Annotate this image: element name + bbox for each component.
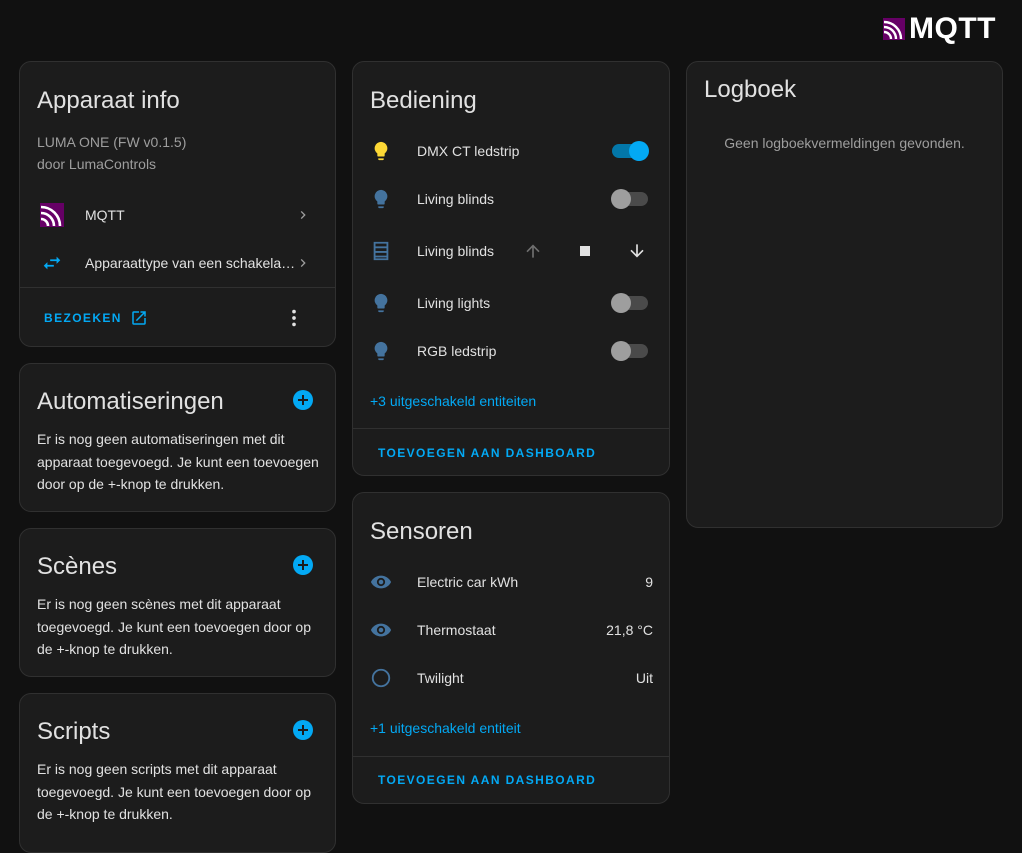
lightbulb-icon (369, 187, 393, 211)
arrow-down-icon[interactable] (627, 241, 647, 261)
sensor-label: Twilight (417, 670, 464, 686)
scenes-title: Scènes (37, 553, 118, 580)
entity-row[interactable]: Living blinds (353, 239, 669, 263)
mqtt-logo-icon (883, 18, 906, 40)
toggle-switch[interactable] (611, 189, 648, 209)
controls-card: Bediening DMX CT ledstrip Living blinds … (352, 61, 670, 476)
visit-button[interactable]: BEZOEKEN (44, 309, 148, 327)
device-info-card: Apparaat info LUMA ONE (FW v0.1.5) door … (19, 61, 336, 347)
logbook-card: Logboek Geen logboekvermeldingen gevonde… (686, 61, 1003, 528)
sensor-value: 21,8 °C (606, 622, 653, 638)
automations-title: Automatiseringen (37, 388, 224, 415)
entity-row[interactable]: Living blinds (353, 187, 669, 211)
logbook-title: Logboek (704, 76, 797, 103)
eye-icon (369, 570, 393, 594)
sensors-card: Sensoren Electric car kWh 9 Thermostaat … (352, 492, 670, 804)
add-script-button[interactable] (293, 720, 313, 740)
toggle-switch[interactable] (612, 141, 649, 161)
add-to-dashboard-button[interactable]: TOEVOEGEN AAN DASHBOARD (378, 773, 596, 787)
sensor-row[interactable]: Electric car kWh 9 (353, 570, 669, 594)
device-manufacturer: door LumaControls (37, 156, 157, 172)
circle-outline-icon (369, 666, 393, 690)
sensor-value: 9 (645, 574, 653, 590)
scripts-card: Scripts Er is nog geen scripts met dit a… (19, 693, 336, 853)
automations-empty-text: Er is nog geen automatiseringen met dit … (37, 431, 319, 492)
scenes-empty-text: Er is nog geen scènes met dit apparaat t… (37, 596, 311, 657)
automations-card: Automatiseringen Er is nog geen automati… (19, 363, 336, 512)
plus-icon (298, 560, 308, 570)
more-vert-icon[interactable] (283, 307, 305, 329)
lightbulb-icon (369, 291, 393, 315)
integration-label: MQTT (85, 207, 125, 223)
controls-title: Bediening (370, 87, 477, 114)
arrow-up-icon[interactable] (523, 241, 543, 261)
entity-row[interactable]: RGB ledstrip (353, 339, 669, 363)
sensors-title: Sensoren (370, 518, 473, 545)
device-info-title: Apparaat info (37, 87, 180, 114)
scripts-title: Scripts (37, 718, 111, 745)
scripts-empty-text: Er is nog geen scripts met dit apparaat … (37, 761, 311, 822)
chevron-right-icon (300, 259, 306, 267)
add-automation-button[interactable] (293, 390, 313, 410)
card-divider (353, 428, 669, 429)
stop-icon[interactable] (575, 241, 595, 261)
entity-label: DMX CT ledstrip (417, 143, 520, 159)
plus-icon (298, 725, 308, 735)
lightbulb-icon (369, 139, 393, 163)
toggle-switch[interactable] (611, 293, 648, 313)
eye-icon (369, 618, 393, 642)
swap-horizontal-icon (43, 256, 61, 270)
lightbulb-icon (369, 339, 393, 363)
sensor-row[interactable]: Twilight Uit (353, 666, 669, 690)
integration-label: Apparaattype van een schakela… (85, 255, 296, 271)
window-shutter-icon (369, 239, 393, 263)
entity-row[interactable]: DMX CT ledstrip (353, 139, 669, 163)
entity-label: Living blinds (417, 243, 495, 259)
hidden-entities-link[interactable]: +1 uitgeschakeld entiteit (370, 720, 521, 736)
card-divider (353, 756, 669, 757)
mqtt-brand-logo: MQTT (883, 14, 996, 44)
toggle-switch[interactable] (611, 341, 648, 361)
add-scene-button[interactable] (293, 555, 313, 575)
open-in-new-icon (132, 311, 146, 325)
plus-icon (298, 395, 308, 405)
chevron-right-icon (300, 211, 306, 219)
entity-label: RGB ledstrip (417, 343, 497, 359)
entity-label: Living lights (417, 295, 491, 311)
device-model: LUMA ONE (FW v0.1.5) (37, 134, 187, 150)
sensor-label: Electric car kWh (417, 574, 519, 590)
mqtt-logo-icon (40, 203, 64, 227)
integration-row-device-type[interactable]: Apparaattype van een schakela… (20, 250, 335, 276)
brand-text: MQTT (909, 12, 996, 45)
logbook-empty-text: Geen logboekvermeldingen gevonden. (724, 135, 965, 151)
sensor-row[interactable]: Thermostaat 21,8 °C (353, 618, 669, 642)
card-divider (20, 287, 335, 288)
scenes-card: Scènes Er is nog geen scènes met dit app… (19, 528, 336, 677)
integration-row-mqtt[interactable]: MQTT (20, 202, 335, 228)
visit-label: BEZOEKEN (44, 311, 122, 325)
sensor-value: Uit (635, 670, 653, 686)
add-to-dashboard-button[interactable]: TOEVOEGEN AAN DASHBOARD (378, 446, 596, 460)
hidden-entities-link[interactable]: +3 uitgeschakeld entiteiten (370, 393, 536, 409)
sensor-label: Thermostaat (417, 622, 496, 638)
entity-row[interactable]: Living lights (353, 291, 669, 315)
entity-label: Living blinds (417, 191, 495, 207)
